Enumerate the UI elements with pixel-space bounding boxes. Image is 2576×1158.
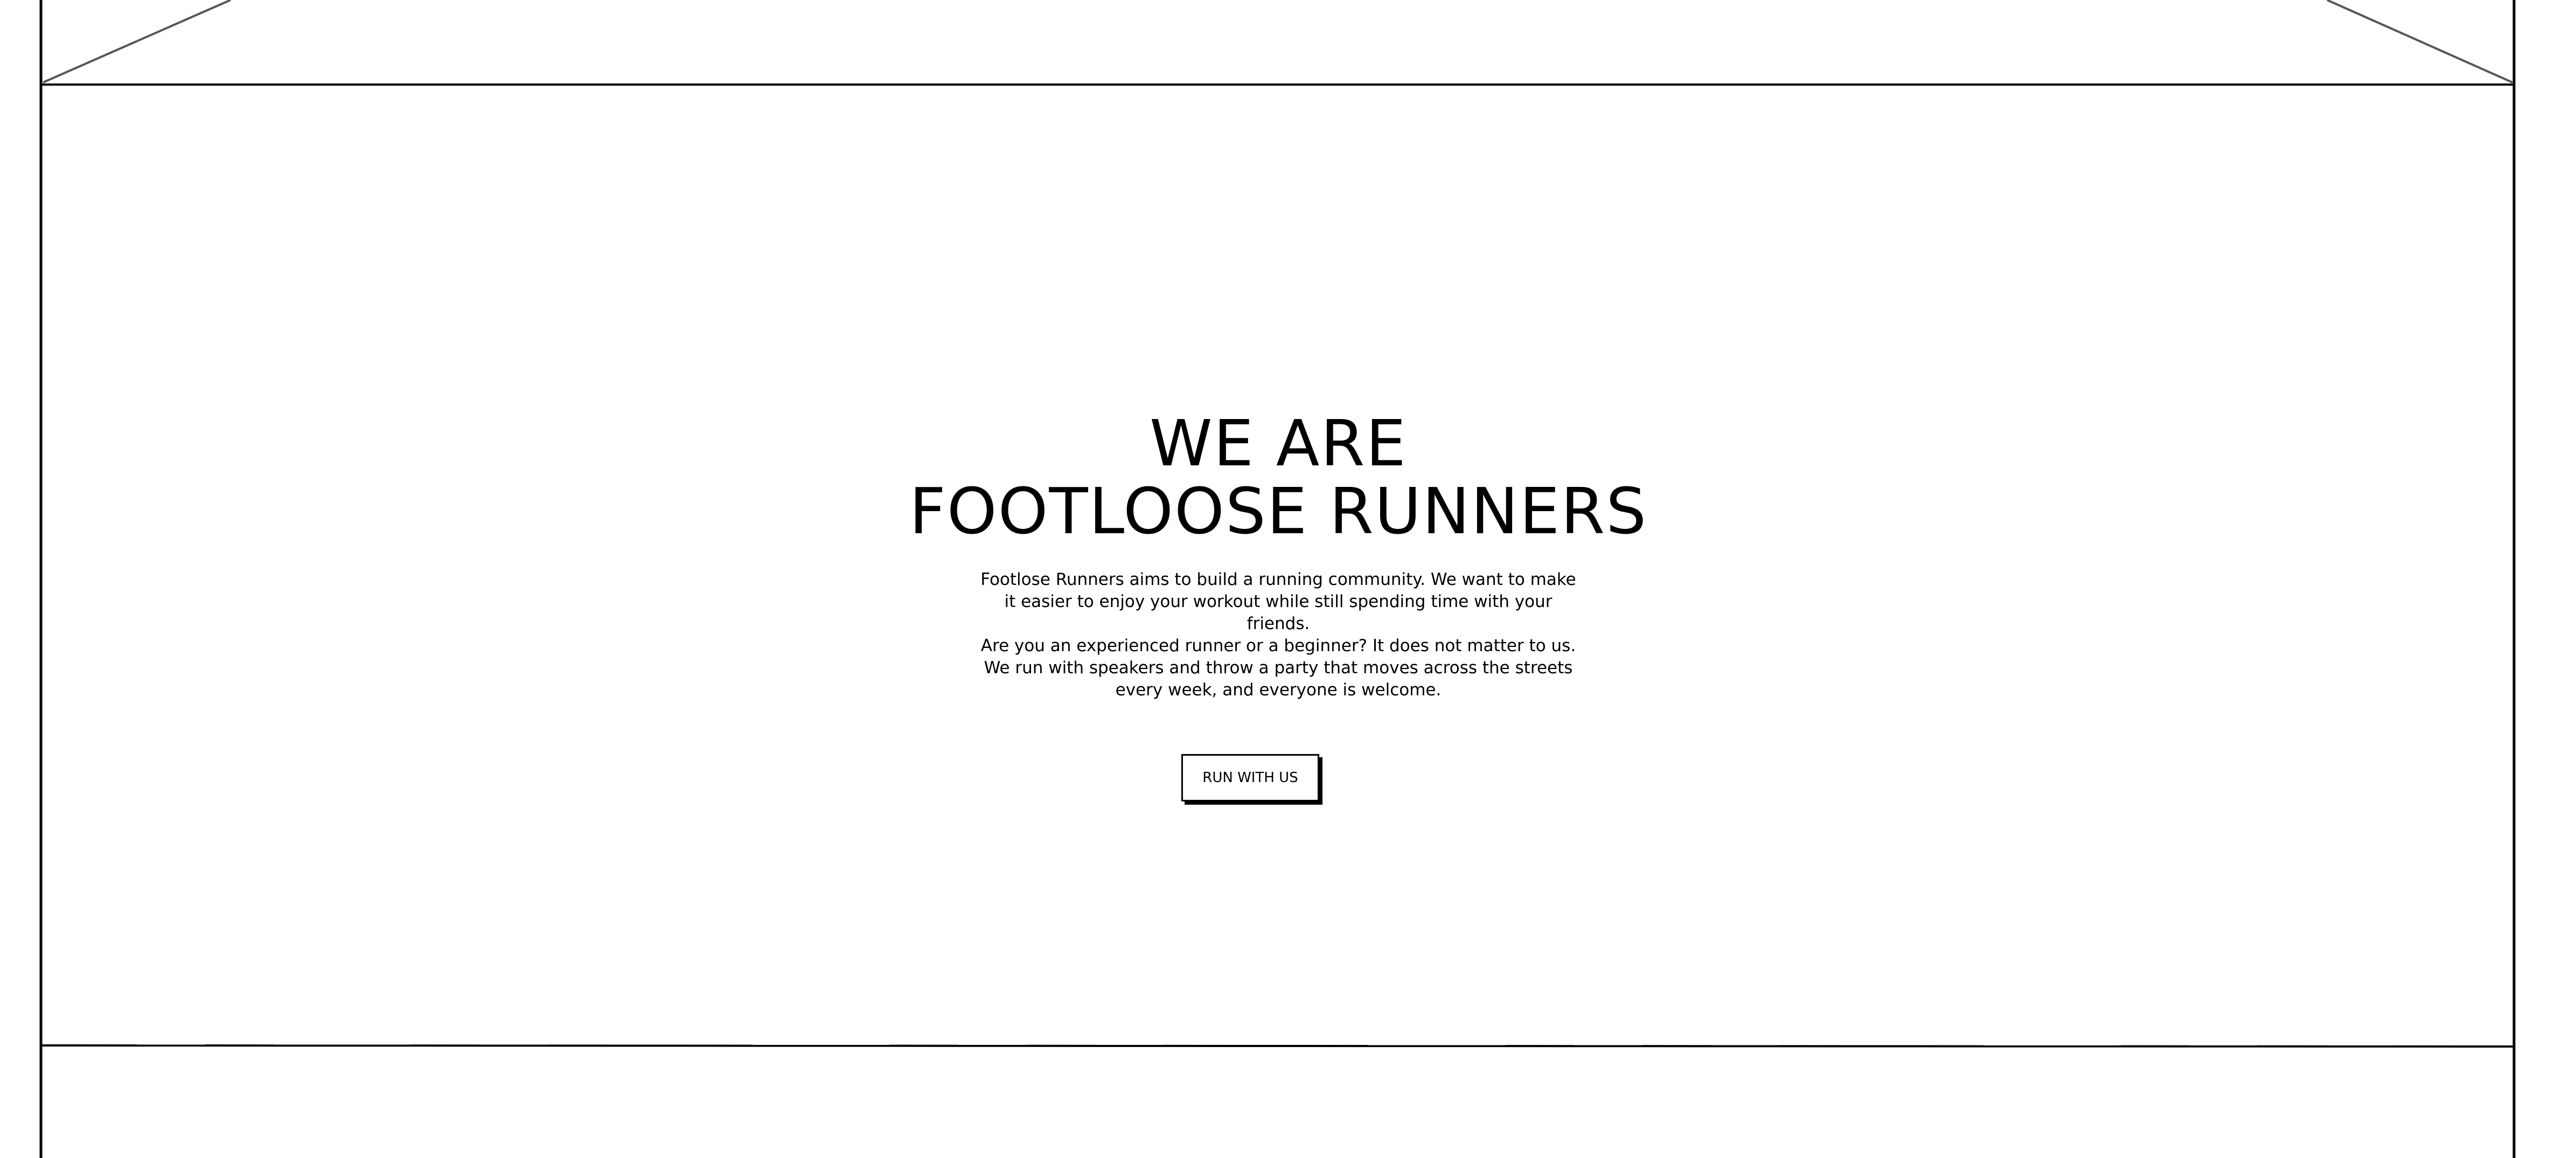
hero-description-line: Footlose Runners aims to build a running…: [980, 570, 1576, 589]
hero-description-line: every week, and everyone is welcome.: [1115, 680, 1442, 700]
hero-bottom-border: [40, 1044, 2515, 1048]
run-with-us-button[interactable]: RUN WITH US: [1181, 754, 1319, 801]
hero-description-line: We run with speakers and throw a party t…: [984, 658, 1573, 678]
hero-title-line-2: FOOTLOOSE RUNNERS: [909, 474, 1648, 548]
hero-title: WE ARE FOOTLOOSE RUNNERS: [41, 409, 2516, 545]
hero-description: Footlose Runners aims to build a running…: [974, 569, 1583, 701]
hero-description-line: Are you an experienced runner or a begin…: [980, 636, 1576, 655]
hero-title-line-1: WE ARE: [1149, 406, 1407, 480]
hero-description-line: it easier to enjoy your workout while st…: [1004, 592, 1552, 633]
hero-content: WE ARE FOOTLOOSE RUNNERS Footlose Runner…: [41, 409, 2516, 801]
wireframe-page: WE ARE FOOTLOOSE RUNNERS Footlose Runner…: [0, 0, 2576, 1158]
image-placeholder-diagonal-right: [2327, 0, 2513, 83]
image-placeholder-diagonal-left: [43, 0, 231, 83]
hero-section: WE ARE FOOTLOOSE RUNNERS Footlose Runner…: [41, 86, 2516, 1045]
